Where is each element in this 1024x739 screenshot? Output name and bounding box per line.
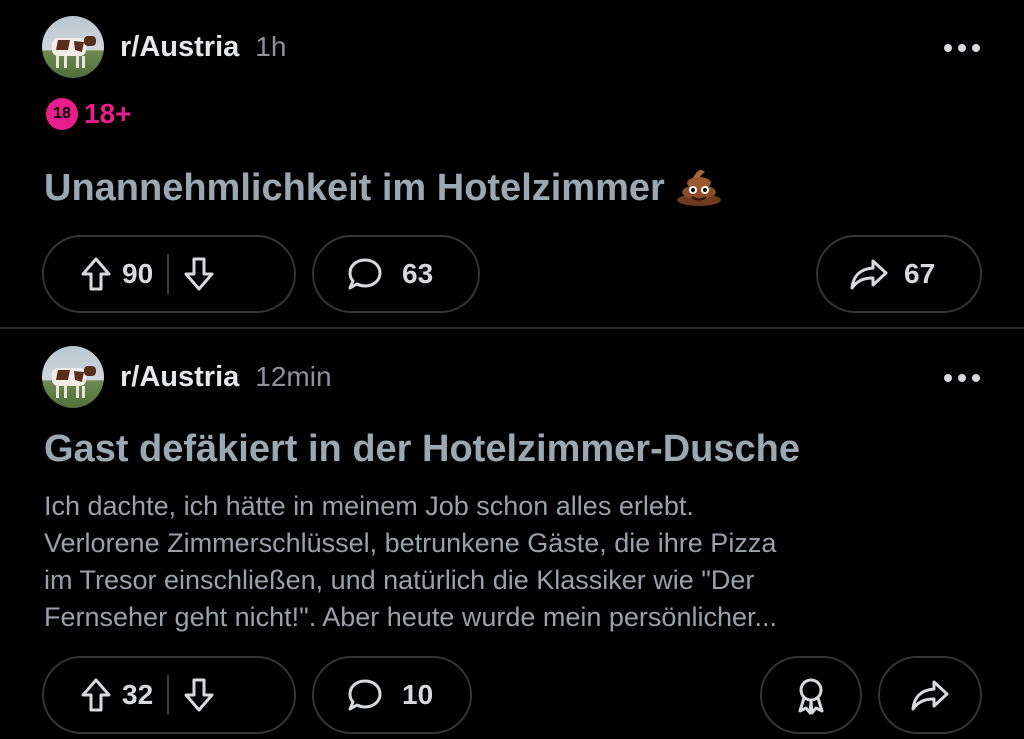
post-title-text: Unannehmlichkeit im Hotelzimmer — [44, 167, 665, 209]
upvote-icon[interactable] — [80, 677, 112, 713]
vote-divider — [167, 254, 170, 294]
more-icon — [944, 374, 952, 382]
vote-divider — [167, 675, 170, 715]
post-title-text: Gast defäkiert in der Hotelzimmer-Dusche — [44, 428, 800, 470]
vote-count: 32 — [122, 679, 154, 710]
body-line: im Tresor einschließen, und natürlich di… — [44, 565, 755, 595]
pile-of-poo-icon — [676, 170, 721, 206]
share-icon — [850, 259, 888, 290]
body-line: Ich dachte, ich hätte in meinem Job scho… — [44, 491, 694, 521]
post-time: 12min — [255, 361, 332, 392]
vote-bar: 32 — [42, 656, 296, 734]
vote-bar: 90 — [42, 235, 296, 313]
nsfw-badge: 18 — [46, 98, 78, 130]
post-card[interactable]: r/Austria 1h 18 18+ Unannehmlichkeit im … — [0, 0, 1024, 328]
share-button[interactable] — [878, 656, 982, 734]
subreddit-avatar[interactable] — [42, 16, 104, 78]
more-options-button[interactable] — [944, 42, 980, 54]
body-line: Fernseher geht nicht!". Aber heute wurde… — [44, 602, 777, 632]
nsfw-label: 18+ — [84, 98, 132, 129]
comments-button[interactable]: 10 — [312, 656, 472, 734]
post-body-preview[interactable]: Ich dachte, ich hätte in meinem Job scho… — [44, 488, 994, 636]
award-button[interactable] — [760, 656, 862, 734]
more-options-button[interactable] — [944, 372, 980, 384]
post-header: r/Austria 1h — [42, 16, 286, 78]
post-header: r/Austria 12min — [42, 346, 332, 408]
share-button[interactable]: 67 — [816, 235, 982, 313]
post-title[interactable]: Gast defäkiert in der Hotelzimmer-Dusche — [44, 428, 800, 471]
post-time: 1h — [255, 31, 287, 62]
comment-count: 63 — [402, 258, 434, 289]
share-count: 67 — [904, 258, 936, 289]
comment-icon — [348, 258, 382, 290]
comment-count: 10 — [402, 679, 434, 710]
downvote-icon[interactable] — [183, 677, 215, 713]
upvote-icon[interactable] — [80, 256, 112, 292]
nsfw-tag: 18 18+ — [46, 98, 132, 130]
vote-count: 90 — [122, 258, 154, 289]
comment-icon — [348, 679, 382, 711]
downvote-icon[interactable] — [183, 256, 215, 292]
comments-button[interactable]: 63 — [312, 235, 480, 313]
subreddit-name[interactable]: r/Austria — [120, 31, 239, 64]
share-icon — [911, 680, 949, 711]
subreddit-name[interactable]: r/Austria — [120, 361, 239, 394]
post-title[interactable]: Unannehmlichkeit im Hotelzimmer — [44, 162, 723, 210]
award-icon — [798, 678, 824, 715]
post-card[interactable]: r/Austria 12min Gast defäkiert in der Ho… — [0, 330, 1024, 739]
more-icon — [944, 44, 952, 52]
post-divider — [0, 327, 1024, 329]
subreddit-avatar[interactable] — [42, 346, 104, 408]
body-line: Verlorene Zimmerschlüssel, betrunkene Gä… — [44, 528, 777, 558]
